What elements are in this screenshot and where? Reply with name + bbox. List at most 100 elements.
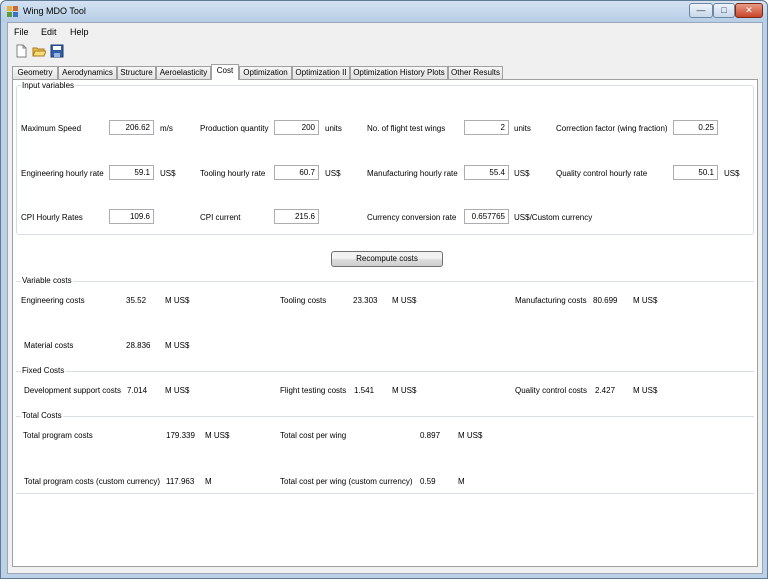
- app-icon: [7, 6, 18, 17]
- manufacturing-costs-label: Manufacturing costs: [515, 296, 587, 305]
- flight-testing-costs-unit: M US$: [392, 386, 417, 395]
- material-costs-label: Material costs: [24, 341, 74, 350]
- window-title: Wing MDO Tool: [23, 6, 86, 16]
- engineering-costs-unit: M US$: [165, 296, 190, 305]
- manufacturing-rate-unit: US$: [514, 169, 530, 178]
- tab-structure[interactable]: Structure: [117, 66, 156, 79]
- total-program-costs-value: 179.339: [166, 431, 195, 440]
- manufacturing-costs-value: 80.699: [593, 296, 618, 305]
- total-cost-per-wing-custom-label: Total cost per wing (custom currency): [280, 477, 413, 486]
- total-costs-bottom-border: [16, 493, 754, 494]
- save-icon[interactable]: [50, 44, 64, 58]
- manufacturing-rate-label: Manufacturing hourly rate: [367, 169, 458, 178]
- engineering-rate-unit: US$: [160, 169, 176, 178]
- total-program-costs-custom-value: 117.963: [166, 477, 195, 486]
- fixed-costs-legend: Fixed Costs: [21, 366, 66, 375]
- menu-edit[interactable]: Edit: [41, 27, 57, 37]
- flight-test-wings-input[interactable]: 2: [464, 120, 509, 135]
- tab-geometry[interactable]: Geometry: [12, 66, 58, 79]
- total-cost-per-wing-label: Total cost per wing: [280, 431, 347, 440]
- production-quantity-label: Production quantity: [200, 124, 269, 133]
- cpi-current-label: CPI current: [200, 213, 241, 222]
- menu-bar: File Edit Help: [8, 23, 762, 41]
- title-bar[interactable]: Wing MDO Tool — □ ✕: [1, 1, 767, 22]
- menu-help[interactable]: Help: [70, 27, 89, 37]
- currency-conversion-input[interactable]: 0.657765: [464, 209, 509, 224]
- close-button[interactable]: ✕: [735, 3, 763, 18]
- flight-test-wings-unit: units: [514, 124, 531, 133]
- max-speed-input[interactable]: 206.62: [109, 120, 154, 135]
- total-cost-per-wing-unit: M US$: [458, 431, 483, 440]
- tooling-rate-label: Tooling hourly rate: [200, 169, 266, 178]
- engineering-costs-value: 35.52: [126, 296, 147, 305]
- currency-conversion-unit: US$/Custom currency: [514, 213, 593, 222]
- quality-control-rate-input[interactable]: 50.1: [673, 165, 718, 180]
- toolbar: [8, 41, 762, 61]
- maximize-button[interactable]: □: [713, 3, 735, 18]
- fixed-costs-divider: [16, 371, 754, 372]
- maximize-icon: □: [721, 5, 727, 15]
- manufacturing-rate-input[interactable]: 55.4: [464, 165, 509, 180]
- tooling-rate-unit: US$: [325, 169, 341, 178]
- cost-tab-panel: Input variables Maximum Speed 206.62 m/s…: [12, 79, 758, 567]
- development-support-costs-value: 7.014: [127, 386, 148, 395]
- flight-testing-costs-value: 1.541: [354, 386, 375, 395]
- correction-factor-input[interactable]: 0.25: [673, 120, 718, 135]
- tab-aeroelasticity[interactable]: Aeroelasticity: [156, 66, 211, 79]
- tab-other-results[interactable]: Other Results: [448, 66, 503, 79]
- total-program-costs-custom-unit: M: [205, 477, 212, 486]
- development-support-costs-unit: M US$: [165, 386, 190, 395]
- total-program-costs-unit: M US$: [205, 431, 230, 440]
- tooling-rate-input[interactable]: 60.7: [274, 165, 319, 180]
- total-program-costs-label: Total program costs: [23, 431, 93, 440]
- minimize-button[interactable]: —: [689, 3, 713, 18]
- close-icon: ✕: [745, 5, 753, 15]
- quality-control-costs-value: 2.427: [595, 386, 616, 395]
- engineering-rate-input[interactable]: 59.1: [109, 165, 154, 180]
- new-file-icon[interactable]: [14, 44, 28, 58]
- tooling-costs-label: Tooling costs: [280, 296, 327, 305]
- tab-aerodynamics[interactable]: Aerodynamics: [58, 66, 117, 79]
- total-costs-legend: Total Costs: [21, 411, 63, 420]
- open-folder-icon[interactable]: [32, 44, 46, 58]
- tab-optimization-ii[interactable]: Optimization II: [292, 66, 350, 79]
- cpi-current-input[interactable]: 215.6: [274, 209, 319, 224]
- total-cost-per-wing-custom-unit: M: [458, 477, 465, 486]
- cpi-hourly-rates-input[interactable]: 109.6: [109, 209, 154, 224]
- quality-control-costs-unit: M US$: [633, 386, 658, 395]
- total-costs-divider: [16, 416, 754, 417]
- input-variables-legend: Input variables: [21, 81, 76, 90]
- engineering-costs-label: Engineering costs: [21, 296, 85, 305]
- cpi-hourly-rates-label: CPI Hourly Rates: [21, 213, 83, 222]
- quality-control-costs-label: Quality control costs: [515, 386, 588, 395]
- tooling-costs-value: 23.303: [353, 296, 378, 305]
- max-speed-unit: m/s: [160, 124, 173, 133]
- tab-cost[interactable]: Cost: [211, 64, 239, 80]
- max-speed-label: Maximum Speed: [21, 124, 82, 133]
- tab-optimization-history-plots[interactable]: Optimization History Plots: [350, 66, 448, 79]
- engineering-rate-label: Engineering hourly rate: [21, 169, 104, 178]
- flight-test-wings-label: No. of flight test wings: [367, 124, 446, 133]
- currency-conversion-label: Currency conversion rate: [367, 213, 457, 222]
- correction-factor-label: Correction factor (wing fraction): [556, 124, 668, 133]
- material-costs-value: 28.836: [126, 341, 151, 350]
- total-program-costs-custom-label: Total program costs (custom currency): [24, 477, 161, 486]
- manufacturing-costs-unit: M US$: [633, 296, 658, 305]
- variable-costs-divider: [16, 281, 754, 282]
- quality-control-rate-unit: US$: [724, 169, 740, 178]
- app-window: Wing MDO Tool — □ ✕ File Edit Help Geome…: [0, 0, 768, 579]
- client-area: File Edit Help Geometry Aerodynamics Str…: [7, 22, 763, 574]
- quality-control-rate-label: Quality control hourly rate: [556, 169, 648, 178]
- total-cost-per-wing-value: 0.897: [420, 431, 441, 440]
- production-quantity-unit: units: [325, 124, 342, 133]
- material-costs-unit: M US$: [165, 341, 190, 350]
- tab-optimization[interactable]: Optimization: [239, 66, 292, 79]
- tooling-costs-unit: M US$: [392, 296, 417, 305]
- flight-testing-costs-label: Flight testing costs: [280, 386, 347, 395]
- menu-file[interactable]: File: [14, 27, 29, 37]
- minimize-icon: —: [696, 5, 706, 15]
- development-support-costs-label: Development support costs: [24, 386, 121, 395]
- recompute-costs-button[interactable]: Recompute costs: [331, 251, 443, 267]
- total-cost-per-wing-custom-value: 0.59: [420, 477, 436, 486]
- production-quantity-input[interactable]: 200: [274, 120, 319, 135]
